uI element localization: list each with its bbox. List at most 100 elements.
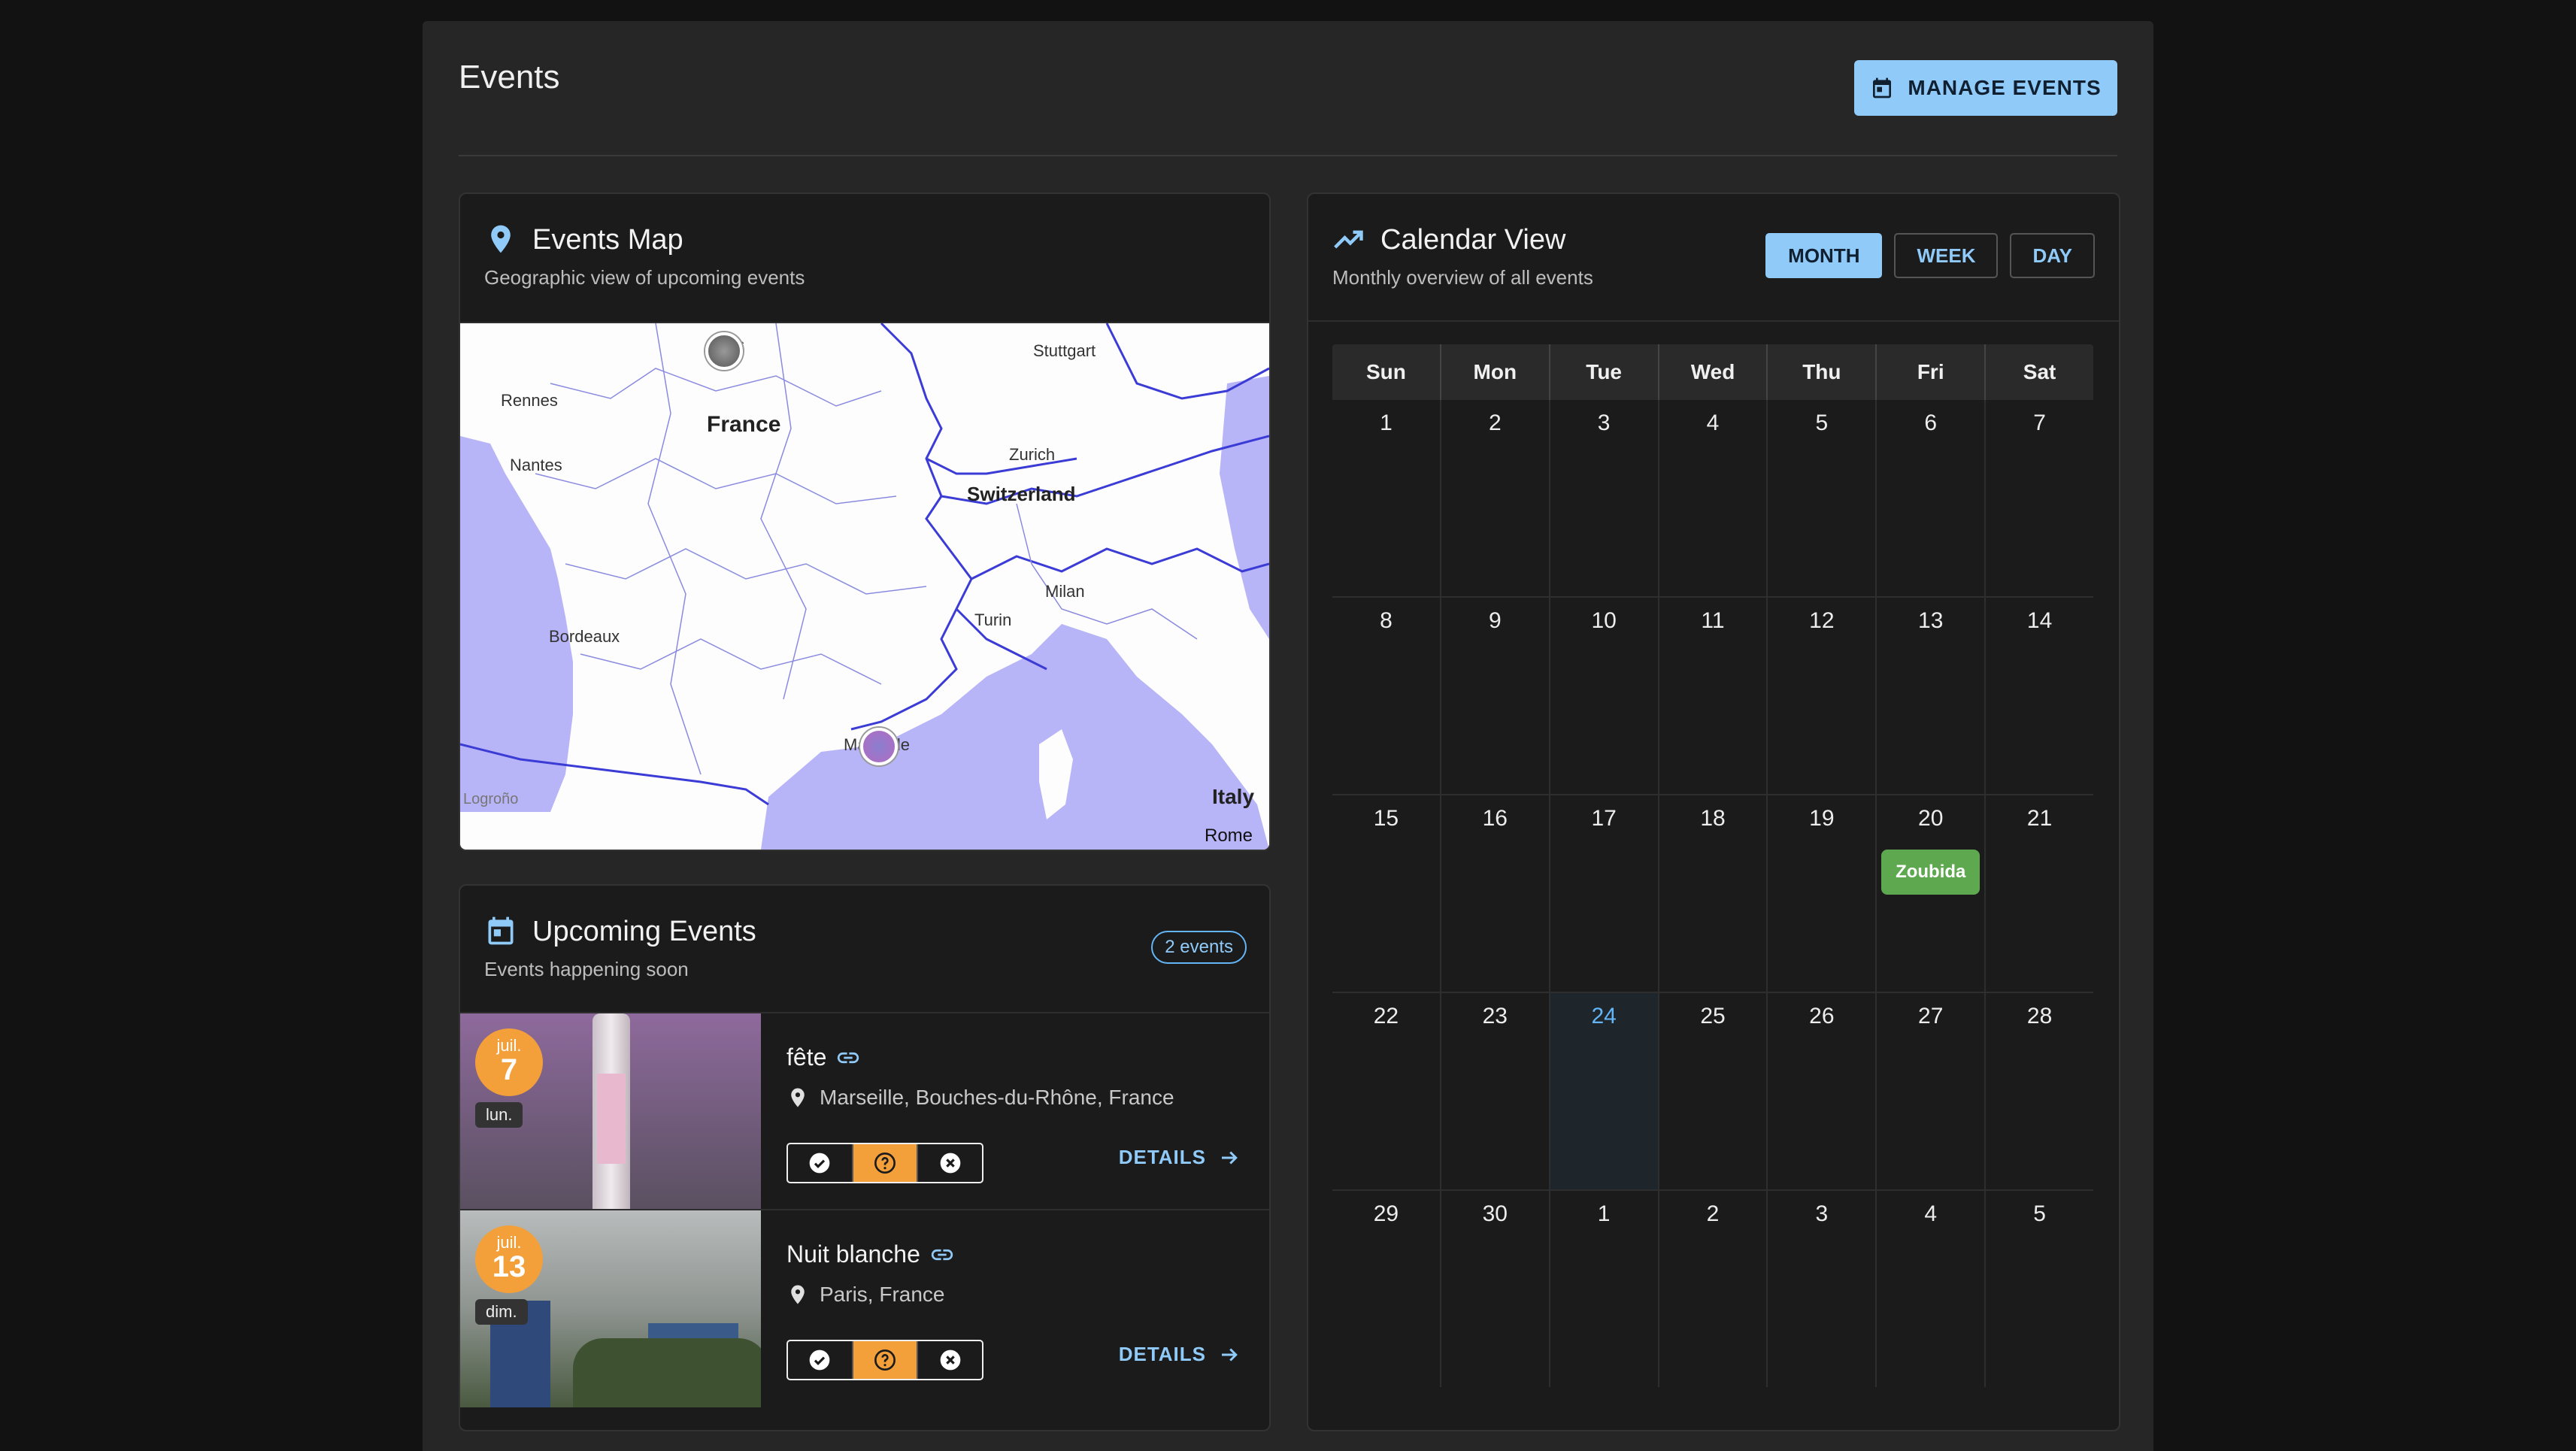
calendar-day-cell[interactable]: 19 — [1768, 795, 1877, 992]
details-label: DETAILS — [1118, 1146, 1206, 1168]
date-badge: juil. 7 — [475, 1028, 543, 1096]
calendar-day-cell[interactable]: 5 — [1986, 1191, 2093, 1387]
view-month-button[interactable]: MONTH — [1765, 233, 1883, 278]
rsvp-no-button[interactable] — [918, 1341, 982, 1379]
date-day: 13 — [492, 1250, 526, 1283]
event-title[interactable]: Nuit blanche — [786, 1240, 955, 1268]
calendar-event-chip[interactable]: Zoubida — [1881, 850, 1980, 895]
event-location: Paris, France — [786, 1283, 945, 1307]
calendar-day-cell[interactable]: 8 — [1332, 598, 1441, 794]
calendar-day-cell[interactable]: 13 — [1877, 598, 1987, 794]
event-title[interactable]: fête — [786, 1044, 861, 1071]
calendar-day-cell[interactable]: 7 — [1986, 400, 2093, 596]
calendar-day-cell[interactable]: 10 — [1550, 598, 1659, 794]
event-location-text: Marseille, Bouches-du-Rhône, France — [820, 1086, 1174, 1109]
calendar-day-number: 26 — [1809, 1004, 1835, 1028]
map-marker-paris[interactable] — [705, 332, 743, 370]
rsvp-yes-button[interactable] — [788, 1341, 853, 1379]
calendar-day-number: 18 — [1700, 806, 1726, 831]
calendar-day-cell[interactable]: 11 — [1659, 598, 1768, 794]
calendar-day-cell[interactable]: 4 — [1877, 1191, 1987, 1387]
calendar-week-row: 8 9 10 11 12 13 14 — [1332, 598, 2093, 795]
calendar-day-number: 19 — [1809, 806, 1835, 831]
event-location-text: Paris, France — [820, 1283, 945, 1306]
events-map[interactable]: Paris Stuttgart Rennes France Zurich Nan… — [460, 323, 1269, 850]
event-count-badge: 2 events — [1151, 931, 1247, 964]
page-title: Events — [459, 59, 560, 95]
link-icon[interactable] — [835, 1045, 861, 1071]
calendar-day-number: 11 — [1701, 608, 1725, 633]
calendar-day-cell[interactable]: 16 — [1441, 795, 1550, 992]
event-location: Marseille, Bouches-du-Rhône, France — [786, 1086, 1174, 1110]
upcoming-card-subtitle: Events happening soon — [484, 958, 689, 980]
calendar-day-cell[interactable]: 15 — [1332, 795, 1441, 992]
calendar-day-number: 5 — [1815, 410, 1829, 435]
calendar-day-number: 25 — [1700, 1004, 1726, 1028]
calendar-card-title: Calendar View — [1380, 224, 1566, 256]
view-day-button[interactable]: DAY — [2010, 233, 2095, 278]
rsvp-maybe-button[interactable] — [853, 1144, 919, 1182]
calendar-day-number: 4 — [1706, 410, 1720, 435]
calendar-weekday-header: Sun Mon Tue Wed Thu Fri Sat — [1332, 344, 2093, 400]
rsvp-yes-button[interactable] — [788, 1144, 853, 1182]
rsvp-maybe-button[interactable] — [853, 1341, 919, 1379]
calendar-day-cell[interactable]: 4 — [1659, 400, 1768, 596]
weekday-tue: Tue — [1550, 344, 1659, 400]
check-circle-icon — [809, 1153, 830, 1174]
calendar-day-cell[interactable]: 23 — [1441, 993, 1550, 1189]
calendar-week-row: 1 2 3 4 5 6 7 — [1332, 400, 2093, 598]
event-list-item[interactable]: juil. 7 lun. fête Marseille, Bouches-du-… — [460, 1012, 1269, 1210]
weekday-wed: Wed — [1659, 344, 1768, 400]
view-week-button[interactable]: WEEK — [1894, 233, 1999, 278]
calendar-day-number: 22 — [1373, 1004, 1399, 1028]
event-details-button[interactable]: DETAILS — [1119, 1146, 1241, 1169]
link-icon[interactable] — [929, 1242, 955, 1268]
calendar-day-cell[interactable]: 6 — [1877, 400, 1987, 596]
rsvp-no-button[interactable] — [918, 1144, 982, 1182]
vial-label — [597, 1074, 626, 1164]
calendar-day-cell[interactable]: 21 — [1986, 795, 2093, 992]
calendar-day-cell[interactable]: 17 — [1550, 795, 1659, 992]
calendar-day-number: 9 — [1488, 608, 1502, 633]
calendar-day-cell[interactable]: 20 Zoubida — [1877, 795, 1987, 992]
calendar-day-cell[interactable]: 30 — [1441, 1191, 1550, 1387]
calendar-day-cell[interactable]: 5 — [1768, 400, 1877, 596]
map-label-stuttgart: Stuttgart — [1033, 341, 1096, 360]
arrow-right-icon — [1222, 1150, 1238, 1165]
calendar-day-cell[interactable]: 1 — [1550, 1191, 1659, 1387]
calendar-day-cell[interactable]: 22 — [1332, 993, 1441, 1189]
page-header: Events MANAGE EVENTS — [459, 21, 2117, 156]
event-title-text: fête — [786, 1044, 827, 1071]
manage-events-button[interactable]: MANAGE EVENTS — [1854, 60, 2117, 116]
calendar-day-cell[interactable]: 28 — [1986, 993, 2093, 1189]
calendar-day-cell[interactable]: 29 — [1332, 1191, 1441, 1387]
calendar-day-cell[interactable]: 9 — [1441, 598, 1550, 794]
calendar-day-cell[interactable]: 26 — [1768, 993, 1877, 1189]
calendar-day-cell[interactable]: 12 — [1768, 598, 1877, 794]
map-card-subtitle: Geographic view of upcoming events — [484, 266, 805, 289]
calendar-day-number: 7 — [2033, 410, 2046, 435]
calendar-day-cell[interactable]: 3 — [1550, 400, 1659, 596]
map-label-turin: Turin — [974, 610, 1012, 629]
calendar-day-cell[interactable]: 14 — [1986, 598, 2093, 794]
map-marker-marseille[interactable] — [860, 728, 898, 765]
calendar-day-cell[interactable]: 3 — [1768, 1191, 1877, 1387]
help-circle-icon — [874, 1350, 896, 1371]
map-label-zurich: Zurich — [1009, 445, 1056, 464]
map-label-nantes: Nantes — [510, 456, 562, 474]
event-details-button[interactable]: DETAILS — [1119, 1343, 1241, 1366]
calendar-day-number: 5 — [2033, 1201, 2046, 1226]
calendar-day-number: 1 — [1597, 1201, 1611, 1226]
calendar-day-cell[interactable]: 25 — [1659, 993, 1768, 1189]
calendar-day-cell[interactable]: 2 — [1441, 400, 1550, 596]
calendar-day-cell[interactable]: 1 — [1332, 400, 1441, 596]
rsvp-toggle-group — [786, 1340, 983, 1380]
calendar-day-cell[interactable]: 18 — [1659, 795, 1768, 992]
calendar-day-cell[interactable]: 2 — [1659, 1191, 1768, 1387]
event-list-item[interactable]: juil. 13 dim. Nuit blanche Paris, France… — [460, 1209, 1269, 1407]
map-card-title: Events Map — [532, 224, 683, 256]
calendar-day-number: 21 — [2026, 806, 2053, 831]
calendar-day-cell[interactable]: 27 — [1877, 993, 1987, 1189]
calendar-weeks: 1 2 3 4 5 6 7 8 9 10 11 12 13 14 15 16 17 18 19 20 Zoubida 21… — [1332, 400, 2093, 1387]
calendar-day-cell[interactable]: 24 — [1550, 993, 1659, 1189]
